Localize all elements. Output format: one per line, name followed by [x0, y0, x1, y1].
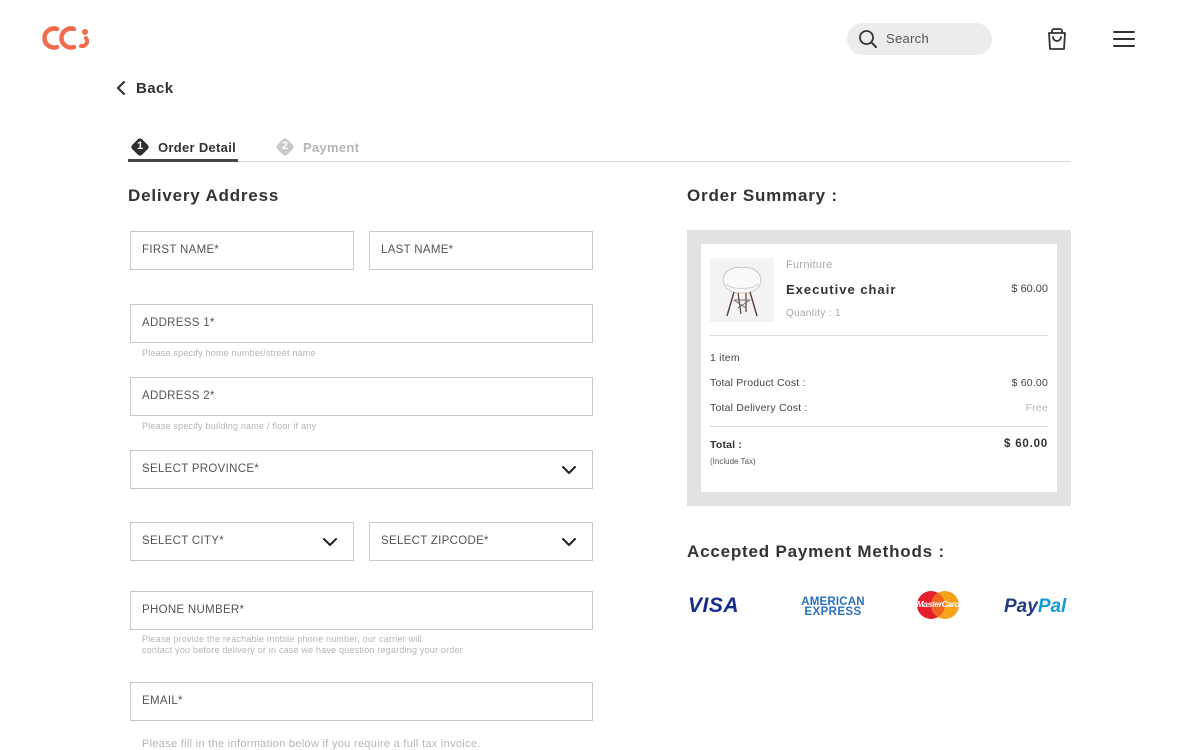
american-express-logo: AMERICAN EXPRESS — [795, 596, 871, 618]
address2-placeholder: ADDRESS 2* — [142, 390, 215, 402]
product-name: Executive chair — [786, 282, 897, 297]
chair-image — [722, 266, 762, 317]
chevron-down-icon — [323, 538, 337, 546]
step-label: Order Detail — [158, 139, 237, 155]
steps-divider — [128, 161, 1071, 162]
visa-logo: VISA — [688, 592, 739, 620]
summary-divider — [710, 335, 1048, 336]
step-number: 2 — [281, 140, 289, 152]
visa-text: VISA — [688, 594, 740, 617]
address2-hint: Please specify building name / floor if … — [142, 421, 317, 431]
back-label: Back — [136, 79, 174, 97]
hamburger-menu-icon[interactable] — [1113, 30, 1135, 48]
total-label: Total : — [710, 439, 743, 451]
delivery-address-title: Delivery Address — [128, 186, 280, 205]
zipcode-select[interactable]: SELECT ZIPCODE* — [369, 522, 593, 561]
delivery-cost-value: Free — [1025, 402, 1048, 414]
product-cost-label: Total Product Cost : — [710, 377, 806, 389]
city-placeholder: SELECT CITY* — [142, 535, 224, 547]
paypal-logo: Pay Pal — [1004, 594, 1066, 620]
mastercard-text: MasterCard — [916, 599, 960, 609]
email-placeholder: EMAIL* — [142, 695, 183, 707]
step-label: Payment — [303, 139, 360, 155]
chevron-down-icon — [562, 466, 576, 474]
chevron-down-icon — [562, 538, 576, 546]
active-step-underline — [128, 159, 238, 162]
search-box[interactable]: Search — [847, 23, 992, 55]
email-field[interactable]: EMAIL* — [130, 682, 593, 721]
zipcode-placeholder: SELECT ZIPCODE* — [381, 535, 489, 547]
phone-hint-line-2: contact you before delivery or in case w… — [142, 645, 463, 655]
phone-field[interactable]: PHONE NUMBER* — [130, 591, 593, 630]
address2-field[interactable]: ADDRESS 2* — [130, 377, 593, 416]
product-quantity: Quantity : 1 — [786, 308, 841, 319]
address1-field[interactable]: ADDRESS 1* — [130, 304, 593, 343]
product-category: Furniture — [786, 259, 833, 271]
delivery-cost-label: Total Delivery Cost : — [710, 402, 808, 414]
address1-hint: Please specify home number/street name — [142, 348, 316, 358]
search-icon — [859, 30, 877, 48]
step-order-detail[interactable]: 1 Order Detail — [130, 137, 236, 157]
step-payment[interactable]: 2 Payment — [275, 137, 359, 157]
city-select[interactable]: SELECT CITY* — [130, 522, 354, 561]
address1-placeholder: ADDRESS 1* — [142, 317, 215, 329]
last-name-placeholder: LAST NAME* — [381, 244, 454, 256]
brand-logo[interactable] — [40, 22, 94, 54]
phone-placeholder: PHONE NUMBER* — [142, 604, 245, 616]
first-name-field[interactable]: FIRST NAME* — [130, 231, 354, 270]
paypal-pay: Pay — [1004, 596, 1038, 617]
shopping-bag-icon[interactable] — [1046, 27, 1068, 51]
province-select[interactable]: SELECT PROVINCE* — [130, 450, 593, 489]
first-name-placeholder: FIRST NAME* — [142, 244, 220, 256]
step-number: 1 — [136, 140, 144, 152]
last-name-field[interactable]: LAST NAME* — [369, 231, 593, 270]
mastercard-logo: MasterCard — [914, 590, 962, 620]
product-thumbnail — [710, 258, 774, 322]
tax-invoice-note: Please fill in the information below if … — [142, 738, 481, 750]
amex-line-2: EXPRESS — [804, 606, 862, 618]
summary-divider — [710, 426, 1048, 427]
product-cost-value: $ 60.00 — [1011, 377, 1048, 389]
search-placeholder: Search — [886, 31, 929, 46]
item-count: 1 item — [710, 352, 740, 364]
back-link[interactable]: Back — [116, 78, 173, 98]
paypal-pal: Pal — [1037, 596, 1067, 617]
total-value: $ 60.00 — [1004, 438, 1048, 450]
order-summary-title: Order Summary : — [687, 186, 838, 205]
chevron-left-icon — [116, 80, 126, 96]
product-price: $ 60.00 — [1011, 283, 1048, 295]
total-tax-note: (Include Tax) — [710, 457, 756, 466]
province-placeholder: SELECT PROVINCE* — [142, 463, 260, 475]
payment-methods-title: Accepted Payment Methods : — [687, 542, 945, 561]
phone-hint-line-1: Please provide the reachable mobile phon… — [142, 634, 422, 644]
